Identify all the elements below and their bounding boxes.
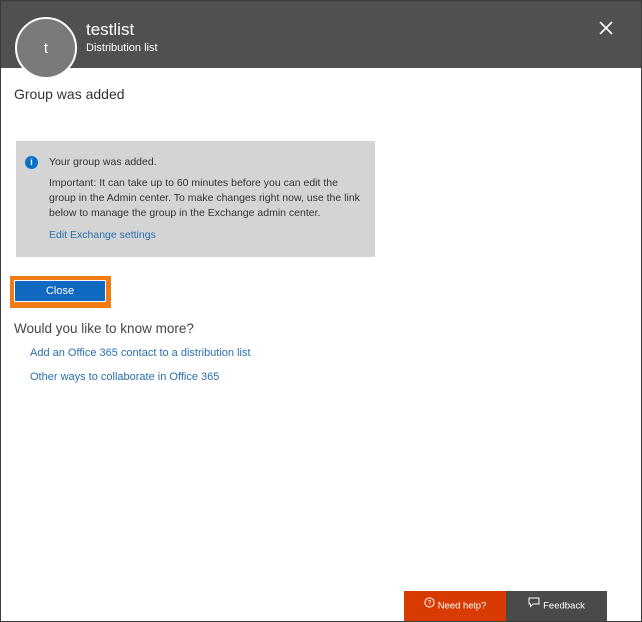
need-help-button[interactable]: ? Need help? xyxy=(404,591,506,621)
speech-bubble-icon xyxy=(528,591,540,621)
panel-header: testlist Distribution list xyxy=(1,1,641,68)
question-circle-icon: ? xyxy=(424,591,435,621)
avatar: t xyxy=(15,17,77,79)
info-text: Your group was added. Important: It can … xyxy=(49,155,367,221)
close-icon[interactable] xyxy=(595,17,617,39)
close-button-focus-ring: Close xyxy=(10,276,111,308)
need-help-label: Need help? xyxy=(437,600,487,612)
info-line-1: Your group was added. xyxy=(49,156,157,168)
feedback-label: Feedback xyxy=(543,600,585,612)
edit-exchange-settings-link[interactable]: Edit Exchange settings xyxy=(49,229,156,241)
avatar-letter: t xyxy=(43,39,49,57)
know-more-heading: Would you like to know more? xyxy=(14,321,194,336)
group-type: Distribution list xyxy=(86,42,158,54)
page-heading: Group was added xyxy=(14,86,125,102)
info-icon: i xyxy=(25,156,38,169)
collaborate-link[interactable]: Other ways to collaborate in Office 365 xyxy=(30,371,219,383)
add-contact-link[interactable]: Add an Office 365 contact to a distribut… xyxy=(30,347,251,359)
info-message-box: i Your group was added. Important: It ca… xyxy=(16,141,375,257)
info-line-2: Important: It can take up to 60 minutes … xyxy=(49,177,360,219)
feedback-button[interactable]: Feedback xyxy=(506,591,607,621)
group-title: testlist xyxy=(86,20,135,39)
close-button[interactable]: Close xyxy=(14,280,106,302)
svg-text:?: ? xyxy=(427,600,431,607)
panel: testlist Distribution list t Group was a… xyxy=(0,0,642,622)
